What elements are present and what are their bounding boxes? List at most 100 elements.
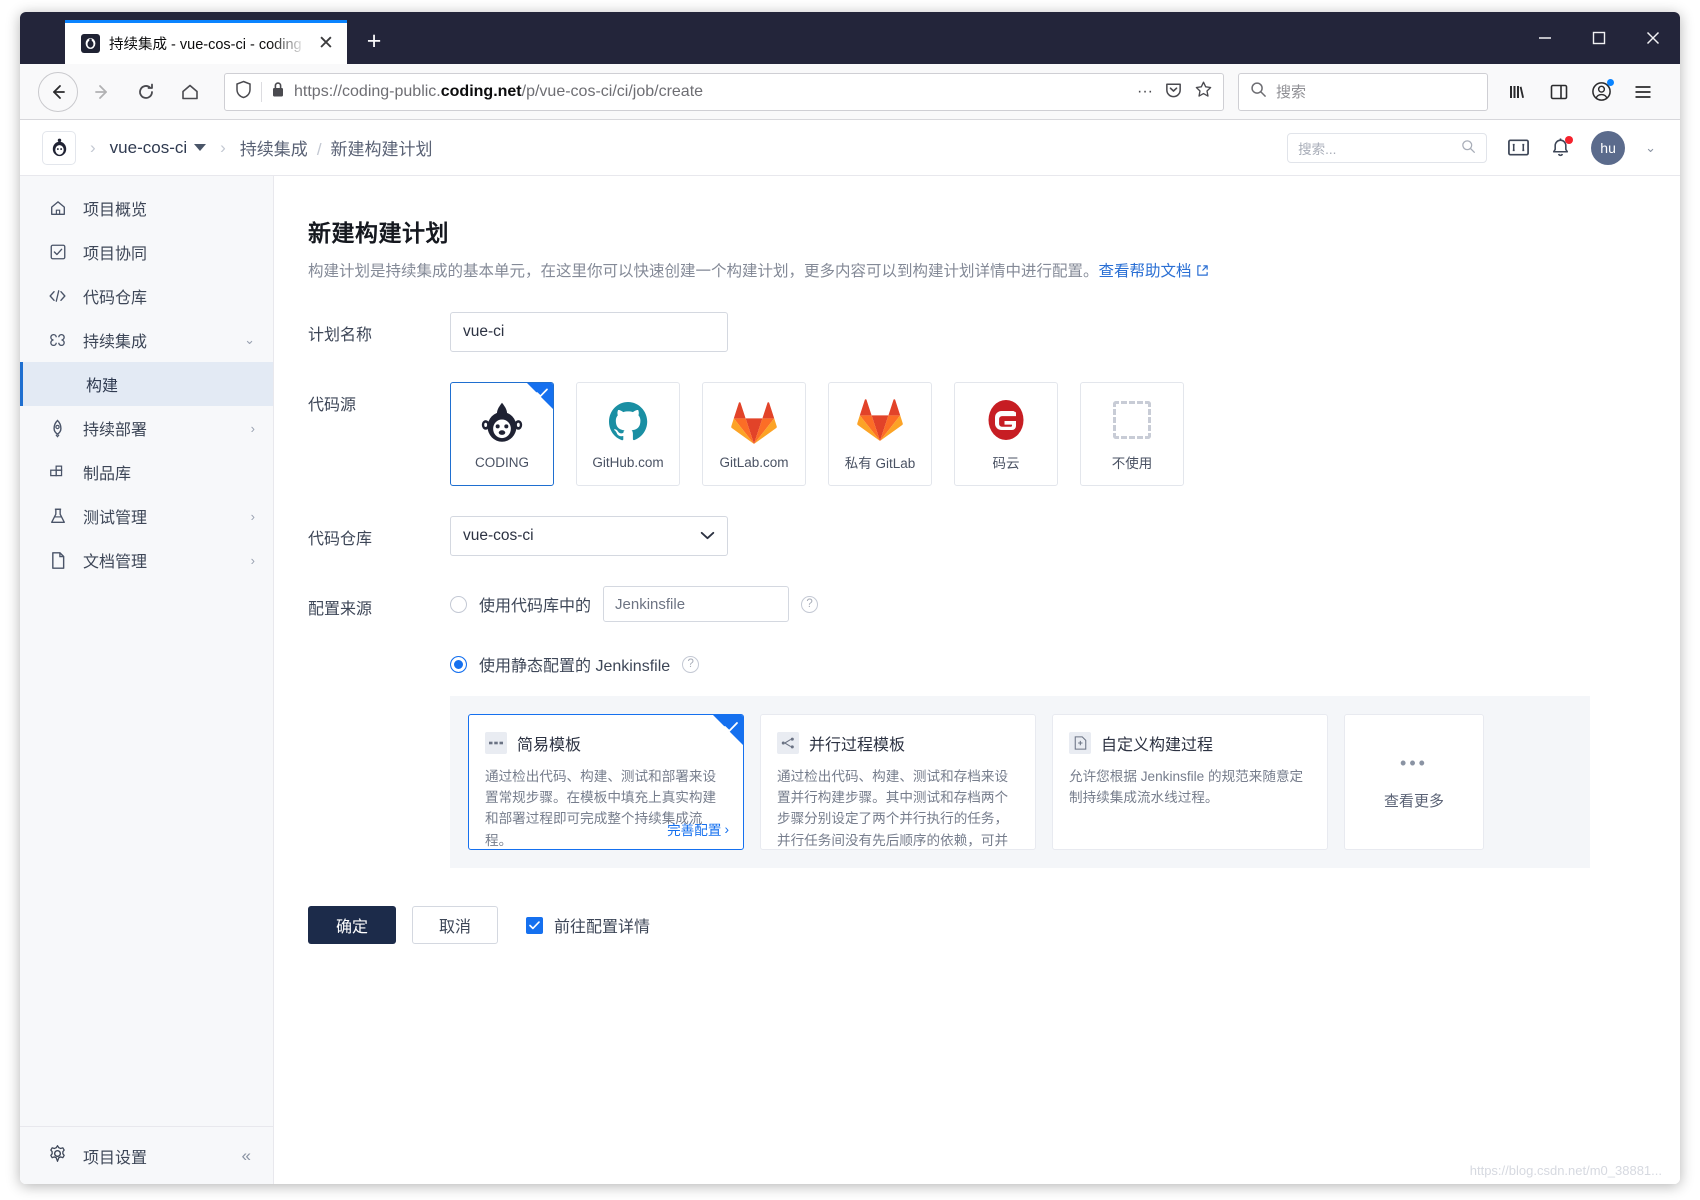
notification-badge [1565, 136, 1573, 144]
header-actions: 搜索... hu ⌄ [1287, 131, 1656, 165]
sidebar-icon[interactable] [1540, 73, 1578, 111]
provider-card-gitee[interactable]: 码云 [954, 382, 1058, 486]
sidebar-item-label: 项目概览 [83, 196, 239, 220]
sidebar-item-label: 项目协同 [83, 240, 239, 264]
parallel-template-icon [777, 732, 799, 754]
form-row-config-source: 配置来源 使用代码库中的 Jenkinsfile ? 使用静态配置的 Jenki… [308, 586, 1680, 868]
collapse-sidebar-icon[interactable]: « [242, 1146, 251, 1166]
browser-search-box[interactable]: 搜索 [1238, 73, 1488, 111]
provider-card-private-gitlab[interactable]: 私有 GitLab [828, 382, 932, 486]
sidebar-nav: 项目概览 项目协同 代码仓库 [20, 176, 273, 1126]
template-card-parallel[interactable]: 并行过程模板 通过检出代码、构建、测试和存档来设置并行构建步骤。其中测试和存档两… [760, 714, 1036, 850]
config-option-static-label: 使用静态配置的 Jenkinsfile [479, 652, 670, 676]
radio-static[interactable] [450, 656, 467, 673]
coding-favicon-icon [81, 34, 100, 53]
chevron-down-icon[interactable]: ⌄ [1645, 140, 1656, 156]
minimize-icon[interactable] [1518, 12, 1572, 64]
flask-icon [48, 507, 67, 525]
sidebar-item-testing[interactable]: 测试管理 › [20, 494, 273, 538]
browser-window: 持续集成 - vue-cos-ci - coding ✕ + [20, 12, 1680, 1184]
provider-label: CODING [475, 455, 529, 470]
url-bar[interactable]: https://coding-public.coding.net/p/vue-c… [224, 73, 1224, 111]
sidebar-item-label: 代码仓库 [83, 284, 239, 308]
window-close-icon[interactable] [1626, 12, 1680, 64]
star-icon[interactable] [1194, 80, 1213, 104]
provider-card-none[interactable]: 不使用 [1080, 382, 1184, 486]
menu-icon[interactable] [1624, 73, 1662, 111]
confirm-button[interactable]: 确定 [308, 906, 396, 944]
new-tab-button[interactable]: + [353, 20, 395, 62]
help-doc-link[interactable]: 查看帮助文档 [1099, 263, 1209, 280]
search-icon [1250, 81, 1267, 103]
sidebar-subitem-build[interactable]: 构建 [20, 362, 273, 406]
sidebar-item-artifacts[interactable]: 制品库 [20, 450, 273, 494]
avatar[interactable]: hu [1591, 131, 1625, 165]
breadcrumb-project[interactable]: vue-cos-ci [110, 138, 206, 158]
provider-card-coding[interactable]: CODING [450, 382, 554, 486]
bell-icon[interactable] [1550, 137, 1571, 159]
config-source-label: 配置来源 [308, 586, 450, 868]
sidebar-item-settings[interactable]: 项目设置 « [20, 1126, 273, 1184]
page-title: 新建构建计划 [308, 214, 1680, 248]
header-search-input[interactable]: 搜索... [1287, 133, 1487, 163]
page-actions-icon[interactable]: ··· [1137, 83, 1153, 101]
provider-label: 码云 [993, 452, 1020, 472]
more-dots-icon: ••• [1400, 753, 1428, 774]
checkbox-icon [48, 243, 67, 261]
template-card-simple[interactable]: 简易模板 通过检出代码、构建、测试和部署来设置常规步骤。在模板中填充上真实构建和… [468, 714, 744, 850]
url-text[interactable]: https://coding-public.coding.net/p/vue-c… [294, 83, 1128, 101]
help-icon[interactable]: ? [801, 596, 818, 613]
forward-icon[interactable] [82, 72, 122, 112]
sidebar-item-repository[interactable]: 代码仓库 [20, 274, 273, 318]
shield-icon[interactable] [235, 80, 252, 104]
browser-tab[interactable]: 持续集成 - vue-cos-ci - coding ✕ [65, 20, 347, 64]
body-area: 项目概览 项目协同 代码仓库 [20, 176, 1680, 1184]
template-config-link[interactable]: 完善配置 › [667, 819, 729, 839]
sidebar-item-ci[interactable]: 持续集成 ⌄ [20, 318, 273, 362]
cancel-button[interactable]: 取消 [412, 906, 498, 944]
provider-card-gitlab[interactable]: GitLab.com [702, 382, 806, 486]
custom-template-icon [1069, 732, 1091, 754]
reload-icon[interactable] [126, 72, 166, 112]
repository-select[interactable]: vue-cos-ci [450, 516, 728, 556]
sidebar-item-cd[interactable]: 持续部署 › [20, 406, 273, 450]
library-icon[interactable] [1498, 73, 1536, 111]
template-card-custom[interactable]: 自定义构建过程 允许您根据 Jenkinsfile 的规范来随意定制持续集成流水… [1052, 714, 1328, 850]
provider-card-list: CODING GitHub.com [450, 382, 1680, 486]
config-option-static[interactable]: 使用静态配置的 Jenkinsfile ? [450, 652, 1680, 676]
help-icon[interactable]: ? [682, 656, 699, 673]
sidebar-item-label: 测试管理 [83, 504, 235, 528]
config-option-repo[interactable]: 使用代码库中的 Jenkinsfile ? [450, 586, 1680, 622]
coding-logo-icon[interactable] [42, 131, 76, 165]
sidebar-item-docs[interactable]: 文档管理 › [20, 538, 273, 582]
coding-monkey-icon [477, 399, 527, 447]
plan-name-input[interactable]: vue-ci [450, 312, 728, 352]
terminal-icon[interactable] [1507, 136, 1530, 159]
breadcrumb-page: 新建构建计划 [331, 140, 433, 159]
home-icon[interactable] [170, 72, 210, 112]
template-card-more[interactable]: ••• 查看更多 [1344, 714, 1484, 850]
sidebar-settings-label: 项目设置 [83, 1144, 147, 1168]
gitlab-icon [856, 396, 904, 444]
provider-card-github[interactable]: GitHub.com [576, 382, 680, 486]
pocket-icon[interactable] [1164, 80, 1183, 104]
provider-label: GitLab.com [719, 455, 788, 470]
sidebar-item-overview[interactable]: 项目概览 [20, 186, 273, 230]
breadcrumb-section[interactable]: 持续集成 [240, 140, 308, 159]
infinity-icon [48, 333, 67, 347]
goto-config-checkbox[interactable] [526, 917, 543, 934]
provider-label: 不使用 [1112, 452, 1153, 472]
back-icon[interactable] [38, 72, 78, 112]
maximize-icon[interactable] [1572, 12, 1626, 64]
chevron-down-icon[interactable] [194, 144, 206, 151]
chevron-right-icon: › [251, 421, 255, 436]
chevron-right-icon: › [724, 822, 729, 837]
lock-icon[interactable] [271, 81, 285, 103]
close-icon[interactable]: ✕ [315, 33, 337, 55]
jenkinsfile-path-input[interactable]: Jenkinsfile [603, 586, 789, 622]
sidebar-item-collaboration[interactable]: 项目协同 [20, 230, 273, 274]
template-panel: 简易模板 通过检出代码、构建、测试和部署来设置常规步骤。在模板中填充上真实构建和… [450, 696, 1590, 868]
goto-config-checkbox-group[interactable]: 前往配置详情 [526, 913, 650, 937]
radio-repo[interactable] [450, 596, 467, 613]
account-icon[interactable] [1582, 73, 1620, 111]
